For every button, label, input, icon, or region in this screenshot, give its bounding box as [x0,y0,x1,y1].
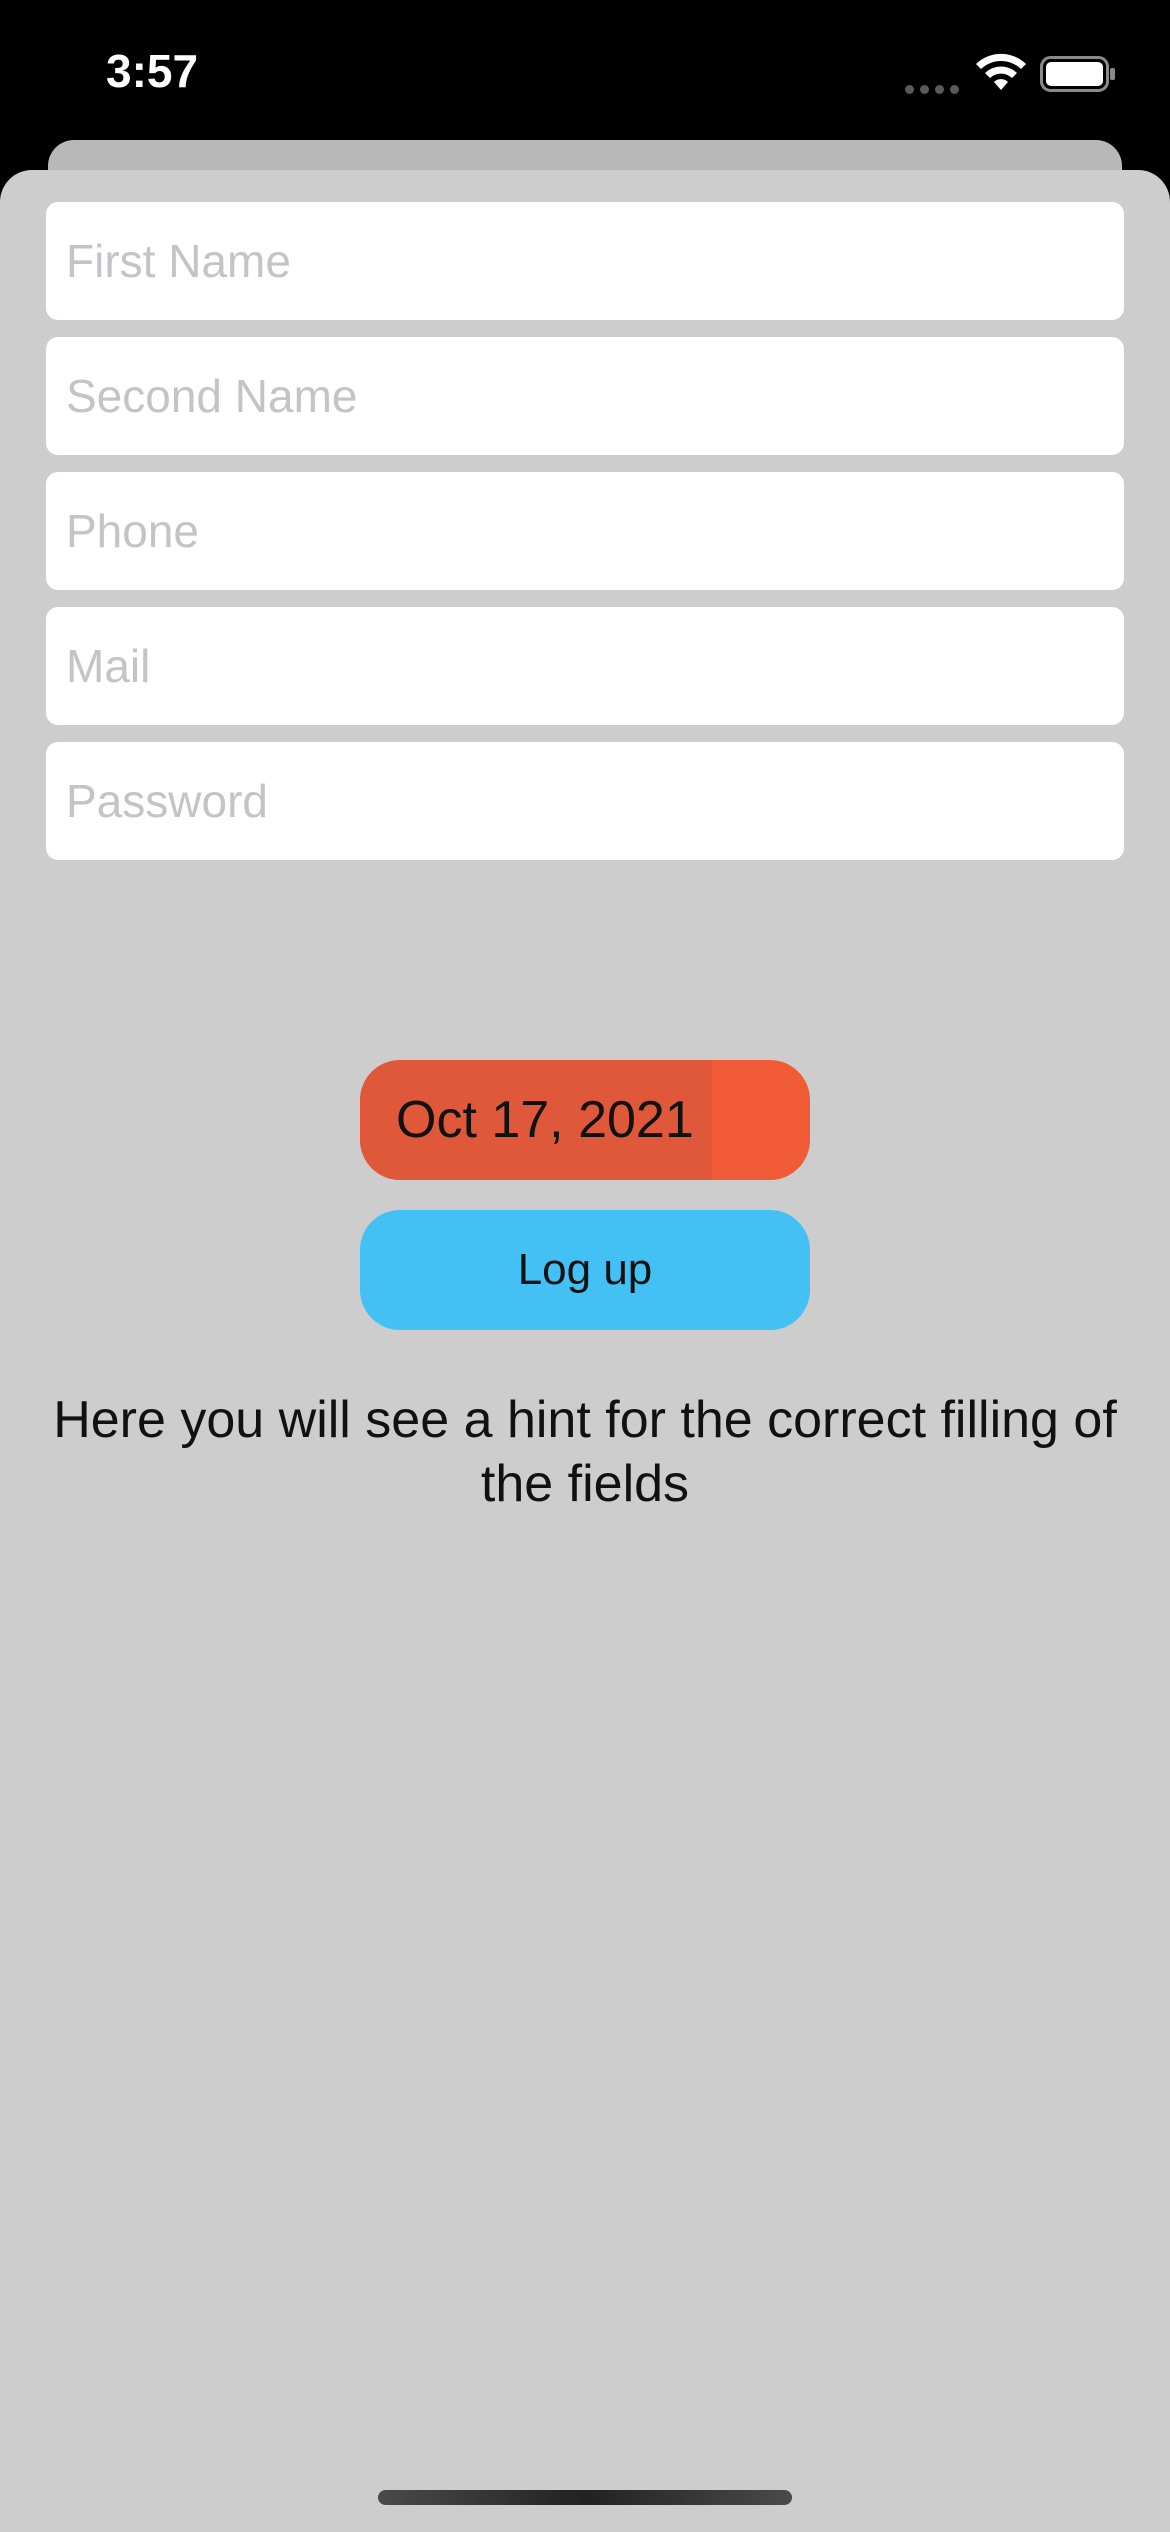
app-screen: 3:57 Oct 17, 2021 Log up He [0,0,1170,2532]
date-value: Oct 17, 2021 [396,1091,694,1149]
date-picker-button[interactable]: Oct 17, 2021 [360,1060,810,1180]
first-name-field[interactable] [46,202,1124,320]
phone-field[interactable] [46,472,1124,590]
signup-sheet: Oct 17, 2021 Log up Here you will see a … [0,170,1170,2532]
mail-field[interactable] [46,607,1124,725]
wifi-icon [976,53,1026,90]
signal-dots-icon [905,80,961,94]
status-time: 3:57 [106,45,199,97]
battery-icon [1040,56,1115,92]
second-name-field[interactable] [46,337,1124,455]
log-up-button[interactable]: Log up [360,1210,810,1330]
password-field[interactable] [46,742,1124,860]
status-bar: 3:57 [0,0,1170,140]
home-indicator[interactable] [378,2490,792,2505]
hint-text: Here you will see a hint for the correct… [53,1391,1117,1513]
